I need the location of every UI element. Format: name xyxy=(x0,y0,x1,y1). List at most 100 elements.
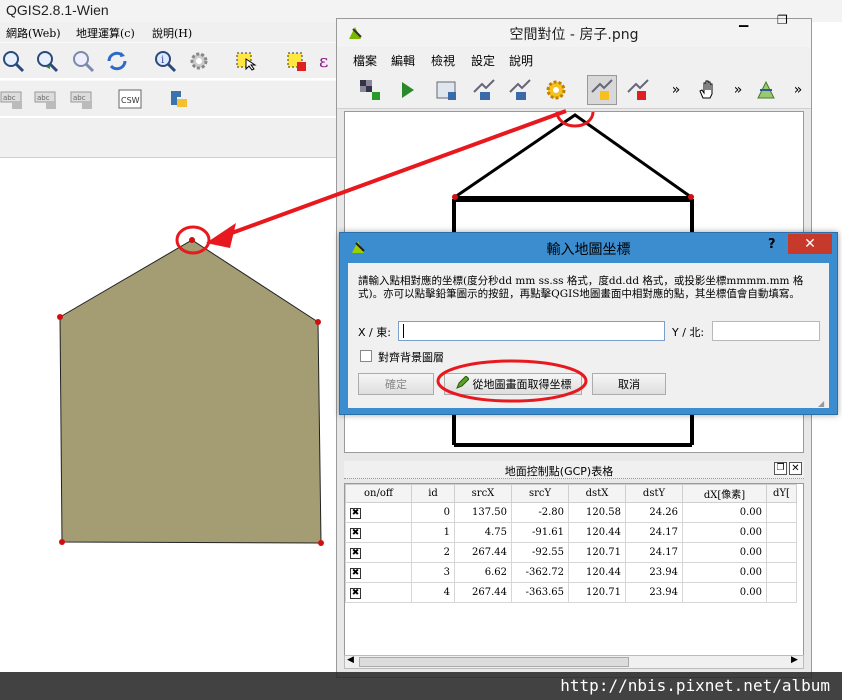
from-map-canvas-button[interactable]: 從地圖畫面取得坐標 xyxy=(444,373,582,395)
more-chevron-icon[interactable]: » xyxy=(785,77,811,103)
cell-srcy[interactable]: -91.61 xyxy=(511,522,569,543)
cell-srcy[interactable]: -362.72 xyxy=(511,562,569,583)
generate-gdal-icon[interactable] xyxy=(433,77,459,103)
col-srcx[interactable]: srcX xyxy=(454,484,512,503)
zoom-in-icon[interactable] xyxy=(0,48,26,74)
gcp-horizontal-scrollbar[interactable]: ◀ ▶ xyxy=(344,655,804,669)
cell-srcy[interactable]: -363.65 xyxy=(511,582,569,603)
georef-menu-help[interactable]: 說明 xyxy=(509,52,533,69)
more-chevron-icon[interactable]: » xyxy=(725,77,751,103)
table-row[interactable]: ✖ 3 6.62 -362.72 120.44 23.94 0.00 xyxy=(345,562,797,583)
col-dsty[interactable]: dstY xyxy=(625,484,683,503)
row-toggle-checkbox[interactable]: ✖ xyxy=(350,507,361,519)
delete-point-icon[interactable] xyxy=(625,77,651,103)
cell-dy xyxy=(766,502,797,523)
col-id[interactable]: id xyxy=(411,484,455,503)
cell-srcy[interactable]: -92.55 xyxy=(511,542,569,563)
row-toggle-checkbox[interactable]: ✖ xyxy=(350,547,361,559)
cell-dx: 0.00 xyxy=(682,542,767,563)
table-row[interactable]: ✖ 4 267.44 -363.65 120.71 23.94 0.00 xyxy=(345,582,797,603)
col-dy[interactable]: dY[ xyxy=(766,484,797,503)
menu-web[interactable]: 網路(Web) xyxy=(6,25,61,41)
action-gear-icon[interactable] xyxy=(186,48,212,74)
open-raster-icon[interactable] xyxy=(357,77,383,103)
start-georef-icon[interactable] xyxy=(395,77,421,103)
label-pin-icon[interactable]: abc xyxy=(34,86,60,112)
cell-srcx[interactable]: 267.44 xyxy=(454,542,512,563)
x-east-input[interactable] xyxy=(398,321,665,341)
georef-menu-edit[interactable]: 編輯 xyxy=(391,52,415,69)
cell-dsty[interactable]: 24.17 xyxy=(625,542,683,563)
zoom-last-icon[interactable] xyxy=(34,48,60,74)
more-chevron-icon[interactable]: » xyxy=(663,77,689,103)
load-gcp-icon[interactable] xyxy=(471,77,497,103)
csw-icon[interactable]: CSW xyxy=(118,86,144,112)
cell-dsty[interactable]: 24.26 xyxy=(625,502,683,523)
close-panel-icon[interactable]: ✕ xyxy=(789,462,802,475)
cell-srcx[interactable]: 4.75 xyxy=(454,522,512,543)
col-srcy[interactable]: srcY xyxy=(511,484,569,503)
select-features-icon[interactable] xyxy=(234,48,260,74)
col-dx[interactable]: dX[像素] xyxy=(682,484,767,503)
link-georef-icon[interactable] xyxy=(753,77,779,103)
python-console-icon[interactable] xyxy=(166,86,192,112)
deselect-icon[interactable] xyxy=(284,48,310,74)
save-gcp-icon[interactable] xyxy=(507,77,533,103)
label-move-icon[interactable]: abc xyxy=(70,86,96,112)
georef-titlebar: 空間對位 - 房子.png ▁ ❐ xyxy=(337,13,811,47)
col-dstx[interactable]: dstX xyxy=(568,484,626,503)
y-north-input[interactable] xyxy=(712,321,820,341)
georef-menu-file[interactable]: 檔案 xyxy=(353,52,377,69)
close-button[interactable]: ✕ xyxy=(788,234,832,254)
cell-dstx[interactable]: 120.58 xyxy=(568,502,626,523)
georef-menubar: 檔案 編輯 檢視 設定 說明 xyxy=(337,47,811,71)
transform-settings-icon[interactable] xyxy=(543,77,569,103)
scroll-right-icon[interactable]: ▶ xyxy=(791,655,798,665)
menu-help[interactable]: 說明(H) xyxy=(152,25,192,41)
help-icon[interactable]: ? xyxy=(768,237,776,252)
cell-srcy[interactable]: -2.80 xyxy=(511,502,569,523)
row-toggle-checkbox[interactable]: ✖ xyxy=(350,587,361,599)
ok-button[interactable]: 確定 xyxy=(358,373,434,395)
refresh-icon[interactable] xyxy=(104,48,130,74)
scroll-thumb[interactable] xyxy=(359,657,629,667)
menu-processing[interactable]: 地理運算(c) xyxy=(76,25,135,41)
float-panel-icon[interactable]: ❐ xyxy=(774,462,787,475)
table-row[interactable]: ✖ 1 4.75 -91.61 120.44 24.17 0.00 xyxy=(345,522,797,543)
col-onoff[interactable]: on/off xyxy=(345,484,412,503)
snap-checkbox[interactable] xyxy=(360,350,372,362)
qgis-map-canvas[interactable] xyxy=(0,160,340,700)
cell-dsty[interactable]: 23.94 xyxy=(625,582,683,603)
cell-dsty[interactable]: 23.94 xyxy=(625,562,683,583)
cell-dsty[interactable]: 24.17 xyxy=(625,522,683,543)
add-point-icon[interactable] xyxy=(587,75,617,105)
cell-dstx[interactable]: 120.71 xyxy=(568,582,626,603)
identify-icon[interactable]: i xyxy=(152,48,178,74)
scroll-left-icon[interactable]: ◀ xyxy=(347,655,354,665)
restore-icon[interactable]: ❐ xyxy=(777,13,788,27)
cell-dstx[interactable]: 120.71 xyxy=(568,542,626,563)
y-north-label: Y / 北: xyxy=(672,326,705,339)
cell-dx: 0.00 xyxy=(682,562,767,583)
cell-srcx[interactable]: 137.50 xyxy=(454,502,512,523)
gcp-table-body: ✖ 0 137.50 -2.80 120.58 24.26 0.00 ✖ 1 4… xyxy=(345,502,797,603)
cancel-button[interactable]: 取消 xyxy=(592,373,666,395)
cell-dy xyxy=(766,562,797,583)
cell-dstx[interactable]: 120.44 xyxy=(568,562,626,583)
row-toggle-checkbox[interactable]: ✖ xyxy=(350,527,361,539)
cell-srcx[interactable]: 267.44 xyxy=(454,582,512,603)
resize-grip-icon[interactable]: ◢ xyxy=(818,399,824,408)
qgis-toolbar-2: abc abc abc CSW xyxy=(0,80,340,116)
cell-dstx[interactable]: 120.44 xyxy=(568,522,626,543)
georef-menu-view[interactable]: 檢視 xyxy=(431,52,455,69)
cell-srcx[interactable]: 6.62 xyxy=(454,562,512,583)
zoom-next-icon[interactable] xyxy=(70,48,96,74)
table-row[interactable]: ✖ 2 267.44 -92.55 120.71 24.17 0.00 xyxy=(345,542,797,563)
label-tool-icon[interactable]: abc xyxy=(0,86,26,112)
screen: QGIS2.8.1-Wien 網路(Web) 地理運算(c) 說明(H) i ε… xyxy=(0,0,842,700)
row-toggle-checkbox[interactable]: ✖ xyxy=(350,567,361,579)
table-row[interactable]: ✖ 0 137.50 -2.80 120.58 24.26 0.00 xyxy=(345,502,797,523)
minimize-icon[interactable]: ▁ xyxy=(739,13,748,27)
georef-menu-settings[interactable]: 設定 xyxy=(471,52,495,69)
pan-hand-icon[interactable] xyxy=(695,77,721,103)
